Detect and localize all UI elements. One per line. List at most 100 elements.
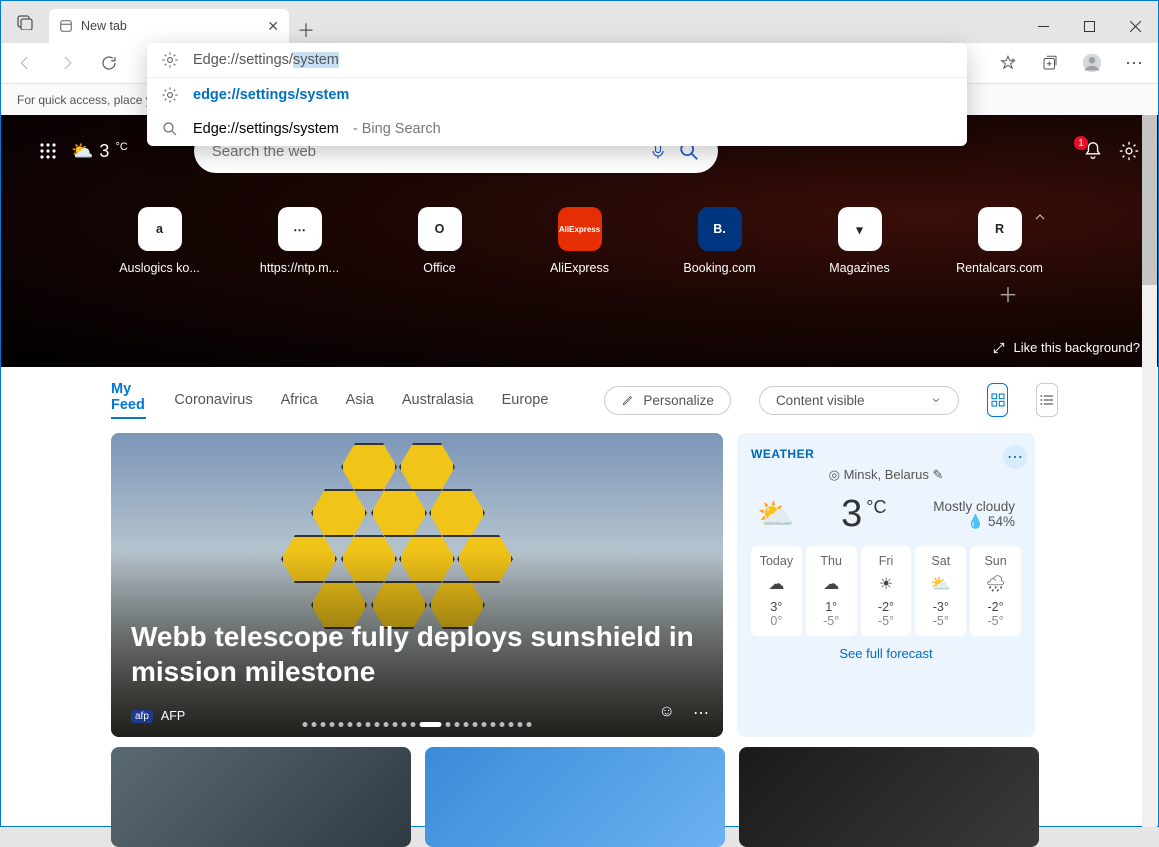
feed-tabs: My Feed Coronavirus Africa Asia Australasia E… [1,367,1158,425]
quick-link-tile[interactable]: OOffice [397,207,483,275]
quick-link-tile[interactable]: RRentalcars.com [957,207,1043,275]
scrollbar-thumb[interactable] [1142,115,1157,285]
forecast-day[interactable]: Sun🌧-2°-5° [970,546,1021,636]
quick-link-tile[interactable]: a Auslogics ko... [117,207,203,275]
tile-label: Auslogics ko... [119,261,200,275]
collections-button[interactable] [1030,45,1070,81]
weather-more-button[interactable]: ⋯ [1003,445,1027,469]
new-tab-button[interactable]: ＋ [289,17,323,43]
quick-link-tile[interactable]: AliExpress AliExpress [537,207,623,275]
weather-icon: ⛅ [71,141,93,162]
suggestion-bing-search[interactable]: Edge://settings/system - Bing Search [147,112,967,146]
feed-tab[interactable]: Coronavirus [174,392,252,408]
tile-label: Booking.com [683,261,755,275]
forecast-day[interactable]: Fri☀-2°-5° [861,546,912,636]
address-prefix: Edge://settings/ [193,52,293,68]
story-thumb[interactable] [111,747,411,847]
source-label: AFP [161,709,185,723]
story-headline: Webb telescope fully deploys sunshield i… [131,619,703,689]
close-window-button[interactable] [1112,9,1158,43]
quick-links: a Auslogics ko... ⋯ https://ntp.m... OOffice… [1,207,1158,275]
maximize-button[interactable] [1066,9,1112,43]
content-visible-label: Content visible [776,393,865,408]
full-forecast-link[interactable]: See full forecast [751,646,1021,661]
quick-link-tile[interactable]: B. Booking.com [677,207,763,275]
day-icon: ☁ [808,574,855,594]
tile-icon: AliExpress [558,207,602,251]
page-icon [59,19,73,33]
day-hi: -3° [917,600,964,614]
day-hi: -2° [863,600,910,614]
minimize-button[interactable] [1020,9,1066,43]
story-source: afp AFP [131,709,185,723]
list-view-button[interactable] [1036,383,1058,417]
story-thumb[interactable] [425,747,725,847]
add-tile-button[interactable]: ＋ [998,279,1018,308]
favorites-button[interactable]: + [988,45,1028,81]
pencil-icon [621,393,635,407]
feed-tab[interactable]: Asia [346,392,374,408]
feed-tab[interactable]: My Feed [111,381,146,419]
quick-link-tile[interactable]: ⋯ https://ntp.m... [257,207,343,275]
tile-label: Rentalcars.com [956,261,1043,275]
day-lo: -5° [808,614,855,628]
app-launcher-icon[interactable] [39,142,57,160]
weather-badge[interactable]: ⛅ 3 °C [71,141,128,162]
tab-title: New tab [81,19,127,33]
story-thumb[interactable] [739,747,1039,847]
refresh-button[interactable] [89,45,129,81]
tab-close-button[interactable]: ✕ [267,18,279,35]
grid-view-button[interactable] [987,383,1009,417]
browser-tab[interactable]: New tab ✕ [49,9,289,43]
day-hi: 3° [753,600,800,614]
forecast-day[interactable]: Thu☁1°-5° [806,546,857,636]
forecast-day[interactable]: Sat⛅-3°-5° [915,546,966,636]
expand-icon [992,341,1006,355]
headline-story[interactable]: Webb telescope fully deploys sunshield i… [111,433,723,737]
tab-actions-button[interactable] [1,1,49,43]
profile-button[interactable] [1072,45,1112,81]
feed-tab[interactable]: Africa [281,392,318,408]
tile-icon: B. [698,207,742,251]
tile-icon: ⋯ [278,207,322,251]
reaction-button[interactable]: ☺ [659,703,675,723]
content-visibility-dropdown[interactable]: Content visible [759,386,959,415]
weather-temp: 3 [99,141,109,162]
titlebar: New tab ✕ ＋ [1,1,1158,43]
tile-label: https://ntp.m... [260,261,339,275]
expand-chevron[interactable] [1032,209,1048,225]
tile-label: Magazines [829,261,889,275]
carousel-dots[interactable] [303,722,532,727]
back-button[interactable] [5,45,45,81]
source-logo-icon: afp [131,710,153,723]
search-icon [161,120,179,138]
feed-tab[interactable]: Europe [502,392,549,408]
settings-icon[interactable] [1118,140,1140,162]
notifications-button[interactable]: 1 [1082,140,1104,162]
quick-link-tile[interactable]: ▾Magazines [817,207,903,275]
more-button[interactable]: ⋯ [1114,45,1154,81]
chevron-down-icon [930,394,942,406]
forecast-day[interactable]: Today☁3°0° [751,546,802,636]
like-background[interactable]: Like this background? [992,340,1140,355]
address-input-row[interactable]: Edge://settings/system [147,43,967,78]
scrollbar[interactable] [1142,115,1157,827]
day-icon: ⛅ [917,574,964,594]
now-temp: 3 [841,493,862,536]
story-more-button[interactable]: ⋯ [693,703,709,723]
day-name: Fri [863,554,910,568]
pencil-icon[interactable]: ✎ [932,467,943,482]
address-input[interactable]: Edge://settings/system [193,52,953,68]
feed-tab[interactable]: Australasia [402,392,474,408]
personalize-button[interactable]: Personalize [604,386,731,415]
weather-location[interactable]: ◎ Minsk, Belarus ✎ [751,467,1021,483]
forward-button[interactable] [47,45,87,81]
tile-icon: a [138,207,182,251]
day-lo: -5° [917,614,964,628]
suggestion-settings-url[interactable]: edge://settings/system [147,78,967,112]
day-hi: -2° [972,600,1019,614]
tile-label: AliExpress [550,261,609,275]
weather-card[interactable]: ⋯ WEATHER ◎ Minsk, Belarus ✎ ⛅ 3°C Mostl… [737,433,1035,737]
day-lo: -5° [972,614,1019,628]
day-icon: ☀ [863,574,910,594]
